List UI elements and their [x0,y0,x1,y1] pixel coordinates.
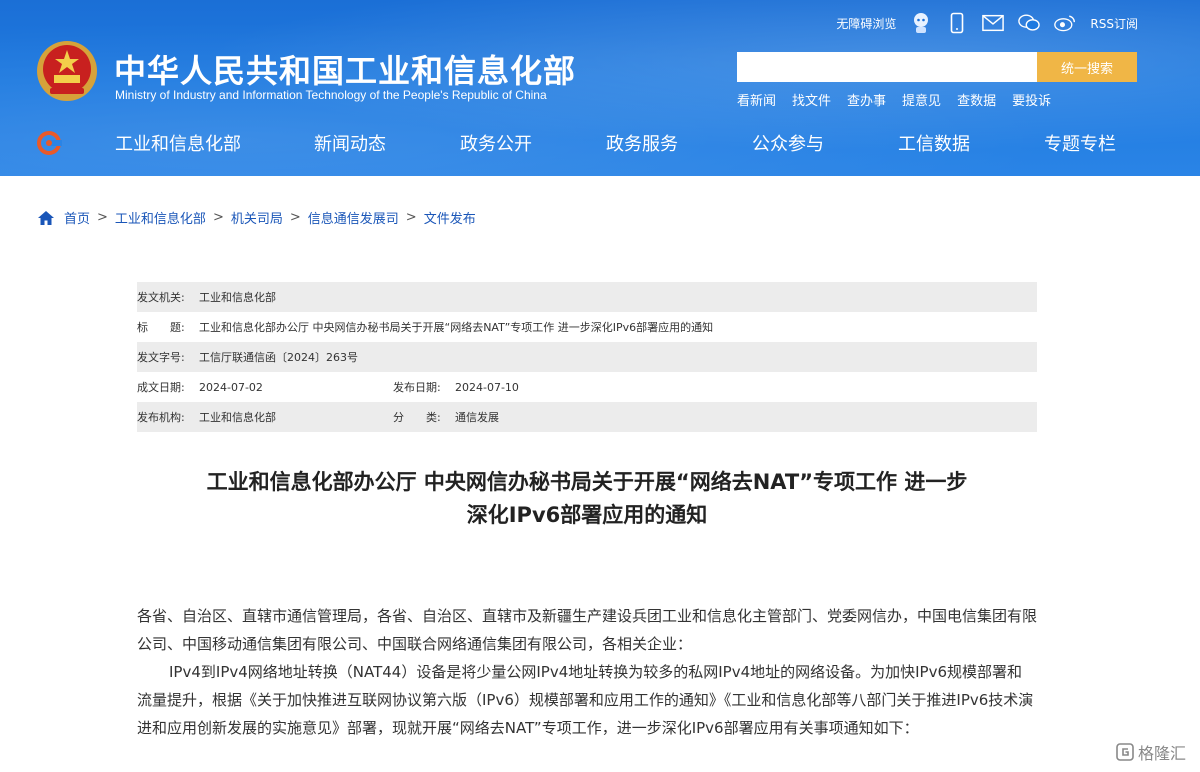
meta-row-dates: 成文日期: 2024-07-02 发布日期: 2024-07-10 [137,372,1037,402]
docno-label: 发文字号: [137,351,185,364]
meta-row-issuer: 发文机关: 工业和信息化部 [137,282,1037,312]
gelonghui-logo-icon [1116,743,1134,761]
paragraph-intro: IPv4到IPv4网络地址转换（NAT44）设备是将少量公网IPv4地址转换为较… [137,663,1034,737]
breadcrumb-separator: > [405,210,417,225]
published-label: 发布日期: [393,381,441,394]
category-label: 分 类: [393,411,441,424]
nav-item-ministry[interactable]: 工业和信息化部 [115,130,241,156]
nav-item-gov-affairs[interactable]: 政务公开 [460,130,532,156]
published-group: 发布日期: 2024-07-10 [393,379,519,395]
top-links: 无障碍浏览 RSS订阅 [836,12,1138,34]
nav-item-topics[interactable]: 专题专栏 [1044,130,1116,156]
wechat-icon[interactable] [1018,12,1041,34]
breadcrumb: 首页 > 工业和信息化部 > 机关司局 > 信息通信发展司 > 文件发布 [38,208,476,227]
home-icon[interactable] [38,210,54,225]
nav-item-data[interactable]: 工信数据 [898,130,970,156]
robot-assistant-icon[interactable] [910,12,932,34]
search-button[interactable]: 统一搜索 [1037,52,1137,82]
created-label: 成文日期: [137,381,185,394]
watermark: 格隆汇 [1116,740,1186,764]
document-title-line1: 工业和信息化部办公厅 中央网信办秘书局关于开展“网络去NAT”专项工作 进一步 [206,470,968,494]
nav-item-services[interactable]: 政务服务 [606,130,678,156]
org-label: 发布机构: [137,411,185,424]
quick-link-news[interactable]: 看新闻 [737,90,776,109]
site-header: 中华人民共和国工业和信息化部 Ministry of Industry and … [0,0,1200,176]
quick-link-feedback[interactable]: 提意见 [902,90,941,109]
org-value: 工业和信息化部 [199,411,276,424]
site-subtitle: Ministry of Industry and Information Tec… [115,88,547,102]
breadcrumb-separator: > [97,210,108,225]
breadcrumb-documents[interactable]: 文件发布 [424,208,476,227]
quick-link-complaint[interactable]: 要投诉 [1012,90,1051,109]
search-input[interactable] [737,52,1037,82]
created-value: 2024-07-02 [199,380,263,394]
document-title-line2: 深化IPv6部署应用的通知 [466,503,708,527]
meta-row-org: 发布机构: 工业和信息化部 分 类: 通信发展 [137,402,1037,432]
quick-link-data[interactable]: 查数据 [957,90,996,109]
issuer-label: 发文机关: [137,291,185,304]
rss-link[interactable]: RSS订阅 [1090,15,1138,32]
category-group: 分 类: 通信发展 [393,409,499,425]
meta-row-docno: 发文字号: 工信厅联通信函〔2024〕263号 [137,342,1037,372]
site-title[interactable]: 中华人民共和国工业和信息化部 [114,46,576,92]
title-value: 工业和信息化部办公厅 中央网信办秘书局关于开展“网络去NAT”专项工作 进一步深… [199,321,714,334]
nav-item-news[interactable]: 新闻动态 [314,130,386,156]
nav-item-participation[interactable]: 公众参与 [752,130,824,156]
watermark-text: 格隆汇 [1137,744,1186,763]
quick-link-files[interactable]: 找文件 [792,90,831,109]
document-meta-table: 发文机关: 工业和信息化部 标 题: 工业和信息化部办公厅 中央网信办秘书局关于… [137,282,1037,432]
document-body: 各省、自治区、直辖市通信管理局，各省、自治区、直辖市及新疆生产建设兵团工业和信息… [137,602,1037,742]
document-title: 工业和信息化部办公厅 中央网信办秘书局关于开展“网络去NAT”专项工作 进一步 … [137,466,1037,532]
mobile-icon[interactable] [946,12,968,34]
ministry-logo-icon [37,131,62,155]
published-value: 2024-07-10 [455,381,519,394]
category-value: 通信发展 [455,411,499,424]
breadcrumb-ict-dept[interactable]: 信息通信发展司 [308,208,399,227]
title-label: 标 题: [137,321,185,334]
breadcrumb-separator: > [289,210,301,225]
breadcrumb-ministry[interactable]: 工业和信息化部 [115,208,206,227]
weibo-icon[interactable] [1054,12,1076,34]
docno-value: 工信厅联通信函〔2024〕263号 [199,351,358,364]
breadcrumb-departments[interactable]: 机关司局 [231,208,283,227]
national-emblem-icon[interactable] [36,40,98,102]
quick-link-services[interactable]: 查办事 [847,90,886,109]
paragraph-addressees: 各省、自治区、直辖市通信管理局，各省、自治区、直辖市及新疆生产建设兵团工业和信息… [137,607,1038,653]
mail-icon[interactable] [982,12,1005,34]
breadcrumb-home[interactable]: 首页 [64,208,90,227]
main-nav: 工业和信息化部 新闻动态 政务公开 政务服务 公众参与 工信数据 专题专栏 [0,122,1200,166]
quick-links: 看新闻 找文件 查办事 提意见 查数据 要投诉 [737,90,1051,109]
breadcrumb-separator: > [212,210,224,225]
meta-row-title: 标 题: 工业和信息化部办公厅 中央网信办秘书局关于开展“网络去NAT”专项工作… [137,312,1037,342]
accessibility-link[interactable]: 无障碍浏览 [836,15,896,32]
issuer-value: 工业和信息化部 [199,291,276,304]
